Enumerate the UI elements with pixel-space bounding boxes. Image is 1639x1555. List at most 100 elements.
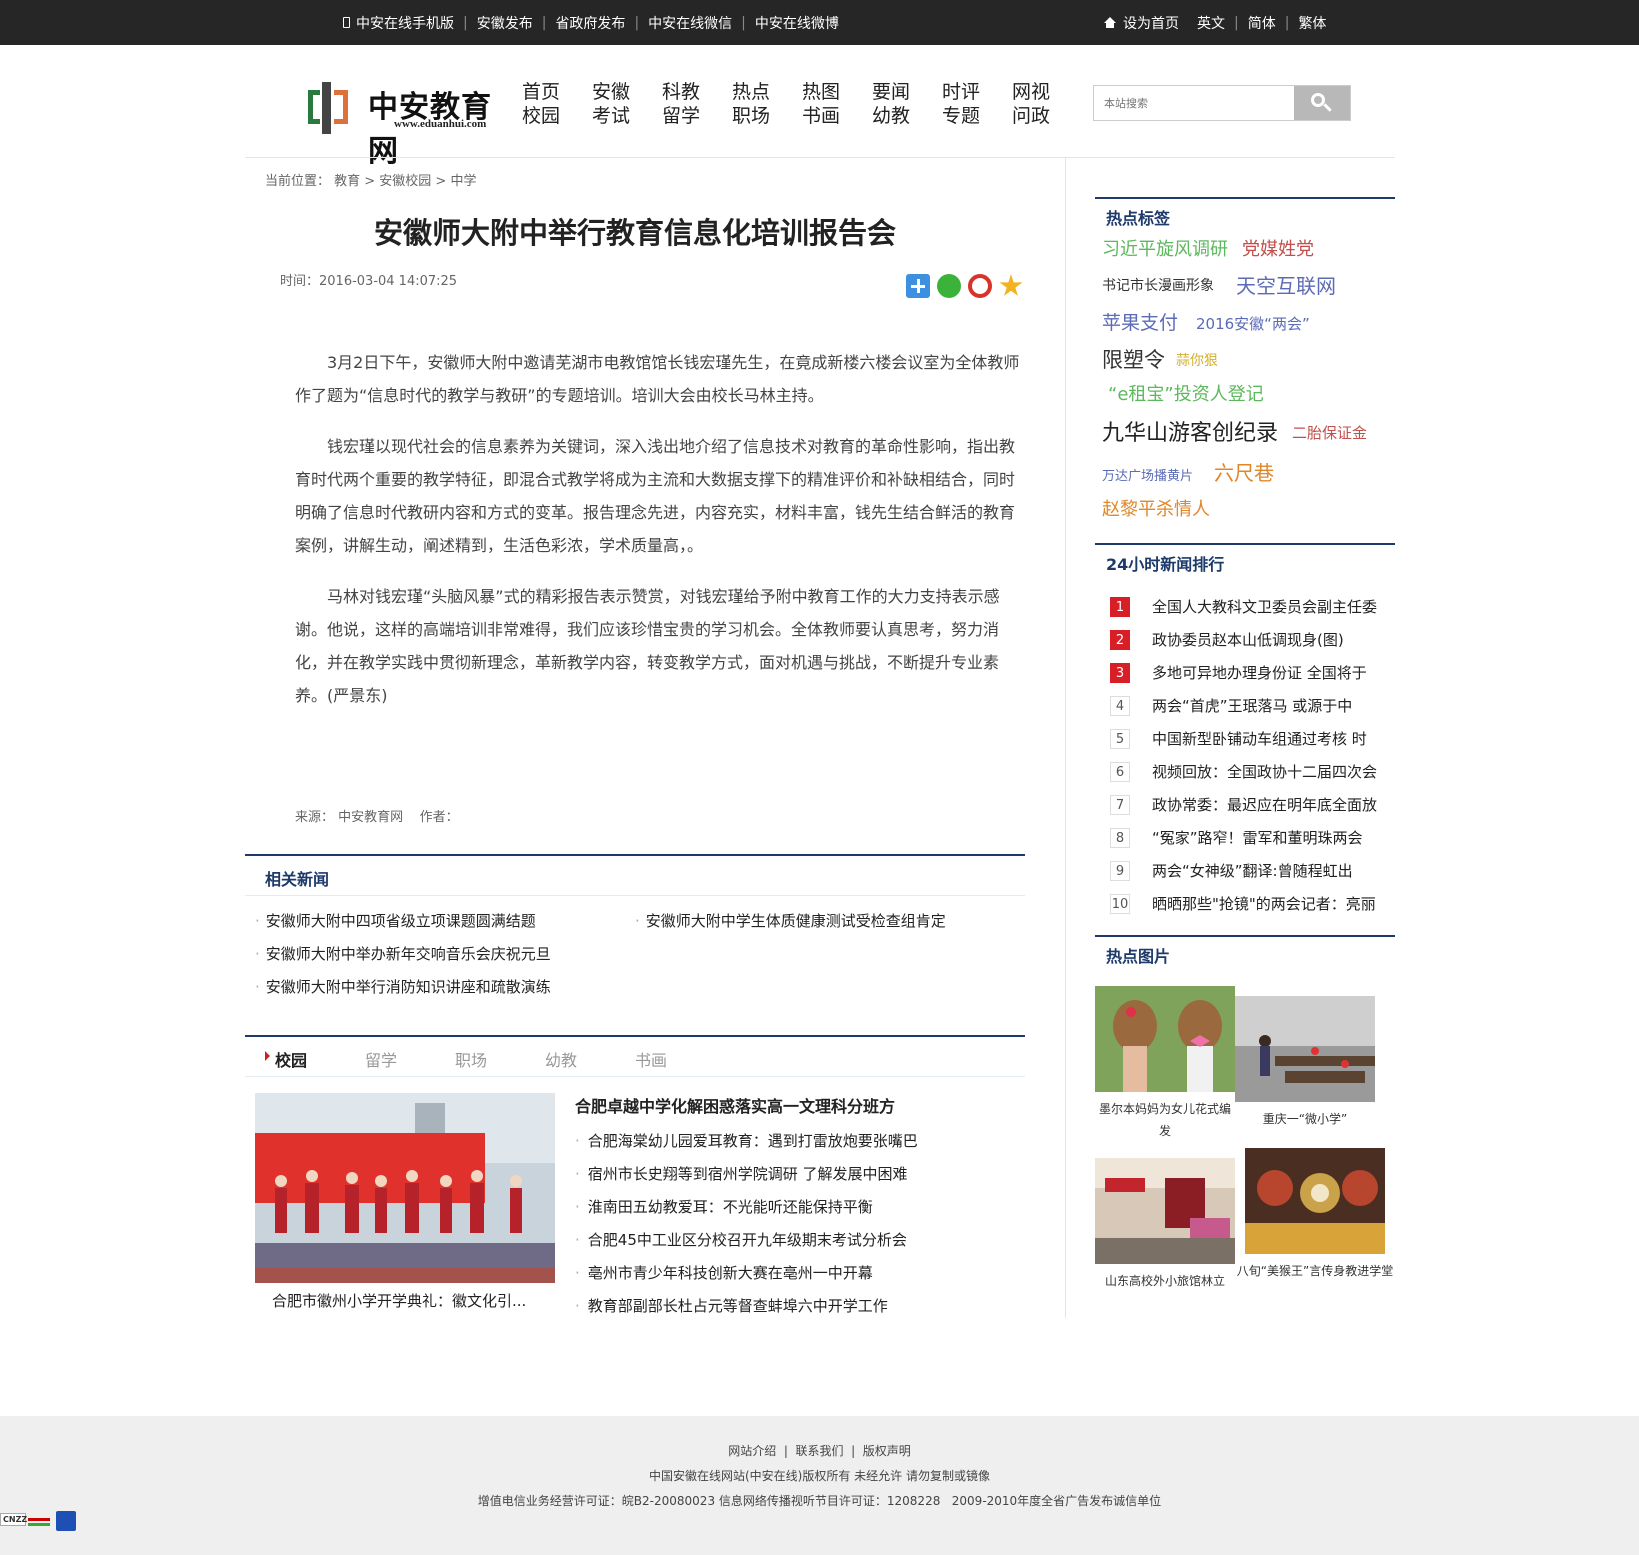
footer: 网站介绍 | 联系我们 | 版权声明 中国安徽在线网站(中安在线)版权所有 未经… bbox=[0, 1416, 1639, 1555]
hot-tags-header: 热点标签 bbox=[1095, 197, 1395, 228]
ranking-row[interactable]: 6 视频回放：全国政协十二届四次会 bbox=[1110, 755, 1400, 788]
rank-number: 9 bbox=[1110, 860, 1130, 881]
ranking-row[interactable]: 10 晒晒那些"抢镜"的两会记者：亮丽 bbox=[1110, 887, 1400, 920]
top-link-gov-release[interactable]: 省政府发布 bbox=[555, 13, 625, 33]
tab-preschool[interactable]: 幼教 bbox=[545, 1047, 577, 1071]
top-link-set-home[interactable]: 设为首页 bbox=[1123, 13, 1179, 33]
related-news-heading: 相关新闻 bbox=[265, 870, 330, 889]
nav-item[interactable]: 首页 bbox=[522, 81, 560, 103]
hot-pic-2-caption[interactable]: 重庆一“微小学” bbox=[1235, 1108, 1375, 1130]
divider bbox=[245, 157, 1395, 158]
nav-item[interactable]: 要闻 bbox=[872, 81, 910, 103]
hot-pic-3[interactable] bbox=[1095, 1158, 1235, 1264]
nav-item[interactable]: 职场 bbox=[732, 105, 770, 127]
related-news-item[interactable]: 安徽师大附中四项省级立项课题圆满结题 bbox=[255, 910, 536, 931]
top-link-weibo[interactable]: 中安在线微博 bbox=[755, 13, 839, 33]
list-item[interactable]: 宿州市长史翔等到宿州学院调研 了解发展中困难 bbox=[575, 1158, 918, 1191]
hot-pic-1[interactable] bbox=[1095, 986, 1235, 1092]
tag-item[interactable]: 万达广场播黄片 bbox=[1102, 465, 1193, 484]
related-news-item[interactable]: 安徽师大附中举办新年交响音乐会庆祝元旦 bbox=[255, 943, 551, 964]
nav-item[interactable]: 热图 bbox=[802, 81, 840, 103]
list-item[interactable]: 亳州市青少年科技创新大赛在亳州一中开幕 bbox=[575, 1257, 918, 1290]
top-link-simplified[interactable]: 简体 bbox=[1248, 13, 1276, 33]
top-link-traditional[interactable]: 繁体 bbox=[1298, 13, 1326, 33]
tag-item[interactable]: 天空互联网 bbox=[1236, 270, 1336, 299]
search-input[interactable] bbox=[1094, 86, 1294, 120]
tab-calligraphy[interactable]: 书画 bbox=[635, 1047, 667, 1071]
site-logo[interactable]: 中安教育网 www.eduanhui.com bbox=[306, 78, 506, 169]
cnzz-badge[interactable]: CNZZ bbox=[0, 1513, 50, 1533]
campus-photo-caption[interactable]: 合肥市徽州小学开学典礼：徽文化引... bbox=[272, 1290, 526, 1311]
footer-links[interactable]: 网站介绍 | 联系我们 | 版权声明 bbox=[0, 1442, 1639, 1459]
search-button[interactable] bbox=[1294, 86, 1350, 120]
nav-item[interactable]: 问政 bbox=[1012, 105, 1050, 127]
tag-item[interactable]: 2016安徽“两会” bbox=[1196, 313, 1310, 334]
ranking-row[interactable]: 1 全国人大教科文卫委员会副主任委 bbox=[1110, 590, 1400, 623]
ranking-row[interactable]: 8 “冤家”路窄！雷军和董明珠两会 bbox=[1110, 821, 1400, 854]
tag-item[interactable]: 习近平旋风调研 bbox=[1102, 235, 1228, 261]
top-link-english[interactable]: 英文 bbox=[1197, 13, 1225, 33]
tag-item[interactable]: 二胎保证金 bbox=[1292, 422, 1367, 443]
list-item[interactable]: 合肥海棠幼儿园爱耳教育：遇到打雷放炮要张嘴巴 bbox=[575, 1125, 918, 1158]
ranking-row[interactable]: 9 两会“女神级”翻译:曾随程虹出 bbox=[1110, 854, 1400, 887]
tag-item[interactable]: 六尺巷 bbox=[1214, 457, 1274, 486]
tag-item[interactable]: 蒜你狠 bbox=[1176, 350, 1218, 370]
list-item[interactable]: 合肥45中工业区分校召开九年级期末考试分析会 bbox=[575, 1224, 918, 1257]
tag-item[interactable]: 书记市长漫画形象 bbox=[1102, 275, 1214, 295]
nav-item[interactable]: 幼教 bbox=[872, 105, 910, 127]
nav-item[interactable]: 时评 bbox=[942, 81, 980, 103]
ranking-row[interactable]: 2 政协委员赵本山低调现身(图) bbox=[1110, 623, 1400, 656]
rank-number: 4 bbox=[1110, 695, 1130, 716]
top-link-anhui-release[interactable]: 安徽发布 bbox=[477, 13, 533, 33]
footer-copyright: 中国安徽在线网站(中安在线)版权所有 未经允许 请勿复制或镜像 bbox=[649, 1469, 990, 1483]
rank-number: 2 bbox=[1110, 629, 1130, 650]
hot-pic-3-caption[interactable]: 山东高校外小旅馆林立 bbox=[1095, 1270, 1235, 1292]
campus-photo[interactable] bbox=[255, 1093, 555, 1283]
tag-item[interactable]: 苹果支付 bbox=[1102, 308, 1178, 335]
nav-item[interactable]: 科教 bbox=[662, 81, 700, 103]
tab-campus[interactable]: 校园 bbox=[264, 1047, 307, 1071]
ranking-row[interactable]: 4 两会“首虎”王珉落马 或源于中 bbox=[1110, 689, 1400, 722]
top-link-wechat[interactable]: 中安在线微信 bbox=[648, 13, 732, 33]
ranking-row[interactable]: 5 中国新型卧铺动车组通过考核 时 bbox=[1110, 722, 1400, 755]
campus-lead-headline[interactable]: 合肥卓越中学化解困惑落实高一文理科分班方 bbox=[575, 1093, 918, 1117]
list-item[interactable]: 教育部副部长杜占元等督查蚌埠六中开学工作 bbox=[575, 1290, 918, 1323]
tab-career[interactable]: 职场 bbox=[455, 1047, 487, 1071]
related-news-item[interactable]: 安徽师大附中学生体质健康测试受检查组肯定 bbox=[635, 910, 946, 931]
ranking-row[interactable]: 3 多地可异地办理身份证 全国将于 bbox=[1110, 656, 1400, 689]
rank-number: 8 bbox=[1110, 827, 1130, 848]
hot-pic-4[interactable] bbox=[1245, 1148, 1385, 1254]
weibo-icon[interactable] bbox=[968, 274, 992, 298]
qzone-star-icon[interactable] bbox=[999, 274, 1023, 296]
share-more-icon[interactable] bbox=[906, 274, 930, 298]
nav-item[interactable]: 安徽 bbox=[592, 81, 630, 103]
rank-number: 6 bbox=[1110, 761, 1130, 782]
wechat-icon[interactable] bbox=[937, 274, 961, 298]
hot-pic-4-caption[interactable]: 八旬“美猴王”言传身教进学堂 bbox=[1235, 1260, 1395, 1282]
list-item[interactable]: 淮南田五幼教爱耳：不光能听还能保持平衡 bbox=[575, 1191, 918, 1224]
tab-study-abroad[interactable]: 留学 bbox=[365, 1047, 397, 1071]
hot-pic-1-caption[interactable]: 墨尔本妈妈为女儿花式编发 bbox=[1095, 1098, 1235, 1142]
ranking-row[interactable]: 7 政协常委：最迟应在明年底全面放 bbox=[1110, 788, 1400, 821]
footer-license: 增值电信业务经营许可证：皖B2-20080023 信息网络传播视听节目许可证：1… bbox=[477, 1494, 1162, 1508]
rank-title: 全国人大教科文卫委员会副主任委 bbox=[1152, 598, 1378, 616]
nav-item[interactable]: 留学 bbox=[662, 105, 700, 127]
nav-item[interactable]: 网视 bbox=[1012, 81, 1050, 103]
nav-item[interactable]: 校园 bbox=[522, 105, 560, 127]
tag-item[interactable]: “e租宝”投资人登记 bbox=[1108, 380, 1264, 406]
top-link-mobile[interactable]: 中安在线手机版 bbox=[356, 13, 454, 33]
nav-item[interactable]: 考试 bbox=[592, 105, 630, 127]
related-news-item[interactable]: 安徽师大附中举行消防知识讲座和疏散演练 bbox=[255, 976, 551, 997]
tag-item[interactable]: 九华山游客创纪录 bbox=[1102, 415, 1278, 447]
rank-number: 7 bbox=[1110, 794, 1130, 815]
baidu-paw-icon[interactable] bbox=[56, 1511, 76, 1531]
tag-item[interactable]: 党媒姓党 bbox=[1242, 235, 1314, 261]
article-body: 3月2日下午，安徽师大附中邀请芜湖市电教馆馆长钱宏瑾先生，在竟成新楼六楼会议室为… bbox=[295, 346, 1020, 730]
nav-item[interactable]: 专题 bbox=[942, 105, 980, 127]
nav-item[interactable]: 热点 bbox=[732, 81, 770, 103]
hot-pic-2[interactable] bbox=[1235, 996, 1375, 1102]
breadcrumb: 当前位置： 教育 > 安徽校园 > 中学 bbox=[265, 174, 477, 189]
nav-item[interactable]: 书画 bbox=[802, 105, 840, 127]
tag-item[interactable]: 赵黎平杀情人 bbox=[1102, 495, 1210, 521]
tag-item[interactable]: 限塑令 bbox=[1102, 344, 1165, 374]
